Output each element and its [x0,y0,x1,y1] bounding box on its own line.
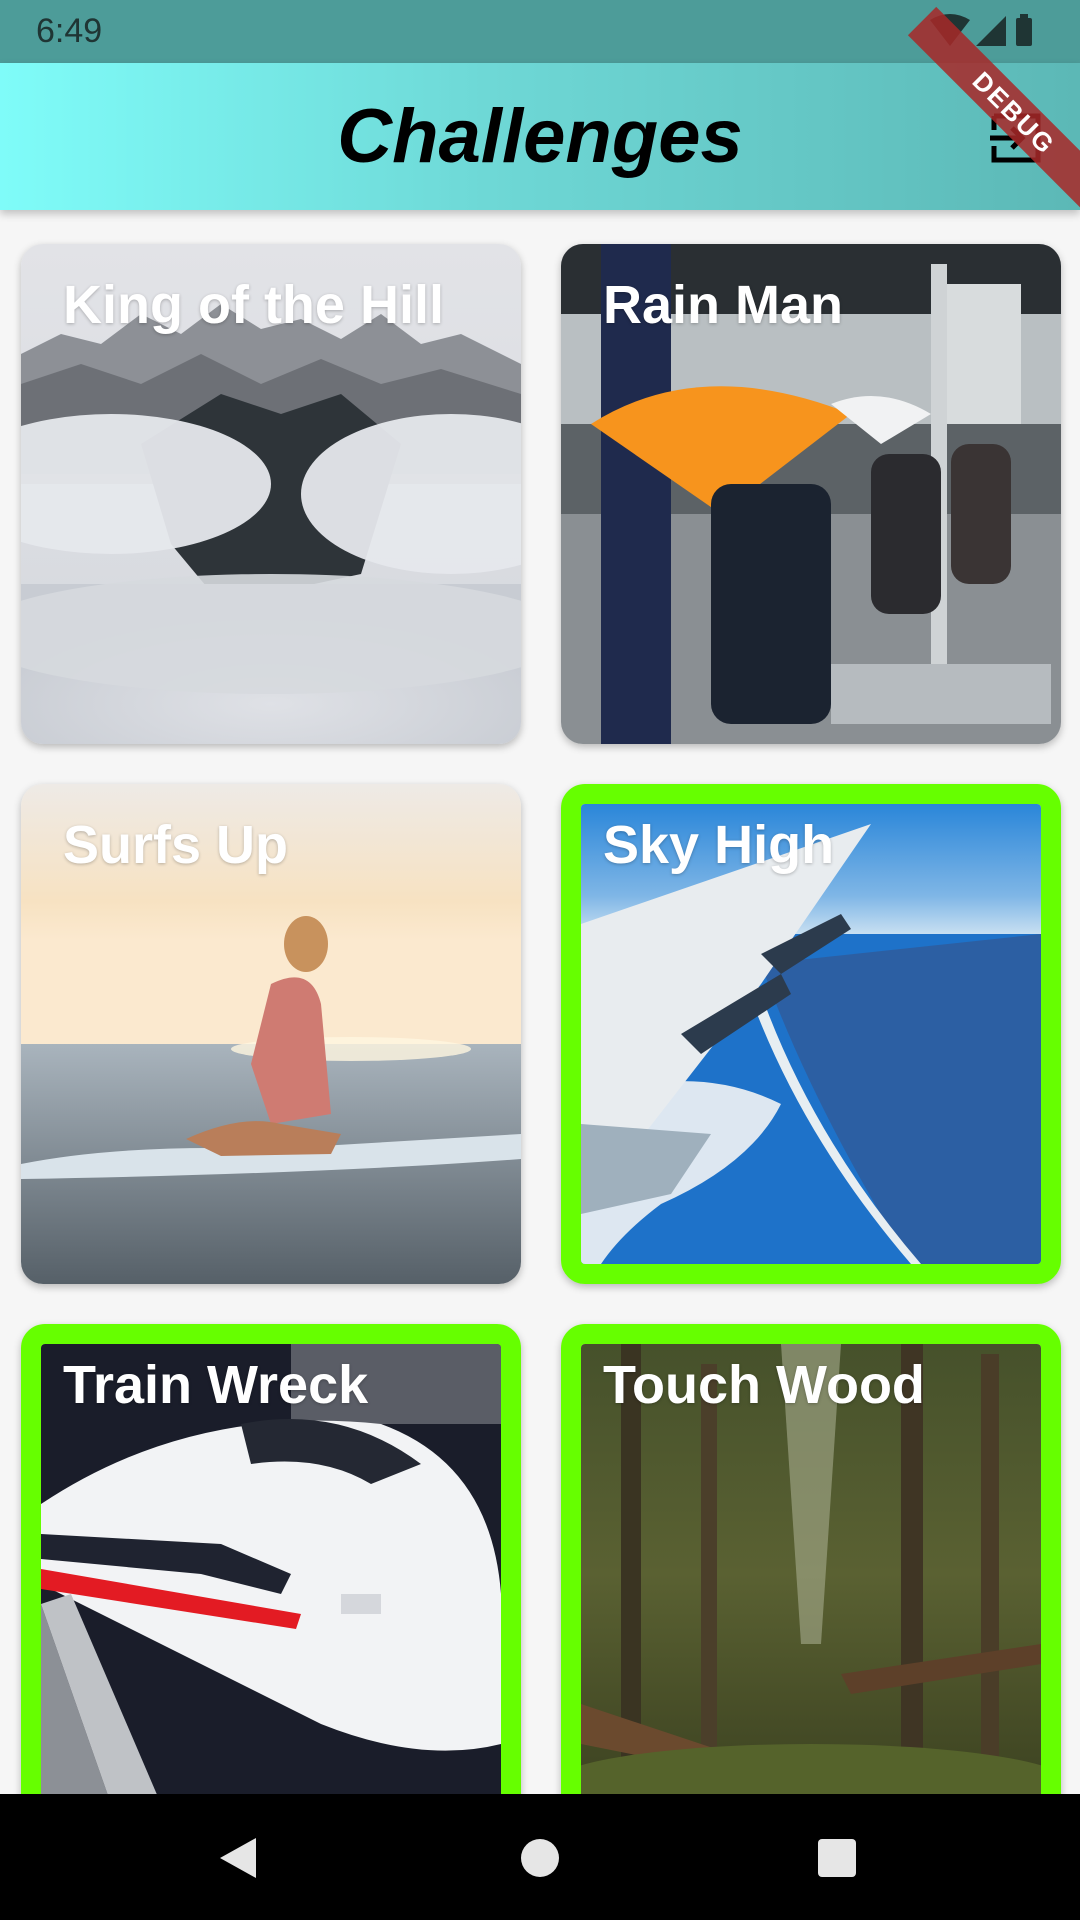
page-title: Challenges [337,94,743,179]
status-time: 6:49 [36,12,103,50]
challenge-card-king-of-the-hill[interactable]: King of the Hill [21,244,521,744]
system-navigation-bar [0,1794,1080,1920]
challenge-card-rain-man[interactable]: Rain Man [561,244,1061,744]
challenge-title: King of the Hill [63,275,444,335]
challenge-title: Train Wreck [63,1355,369,1415]
challenge-card-surfs-up[interactable]: Surfs Up [21,784,521,1284]
home-circle-icon[interactable] [520,1838,560,1878]
battery-icon [1016,14,1032,46]
signal-icon [976,16,1006,46]
challenge-title: Touch Wood [603,1355,925,1415]
app-bar: Challenges DEBUG [0,6,1080,220]
challenge-card-sky-high[interactable]: Sky High [561,784,1061,1284]
challenge-card-train-wreck[interactable]: Train Wreck [21,1324,521,1794]
challenge-grid: King of the Hill Rain Man Surfs Up Sky H… [0,210,1080,1794]
back-triangle-icon[interactable] [218,1836,258,1880]
challenge-title: Sky High [603,815,835,875]
challenge-title: Surfs Up [63,815,289,875]
recents-square-icon[interactable] [817,1838,857,1878]
challenge-title: Rain Man [603,275,844,335]
challenge-card-touch-wood[interactable]: Touch Wood [561,1324,1061,1794]
